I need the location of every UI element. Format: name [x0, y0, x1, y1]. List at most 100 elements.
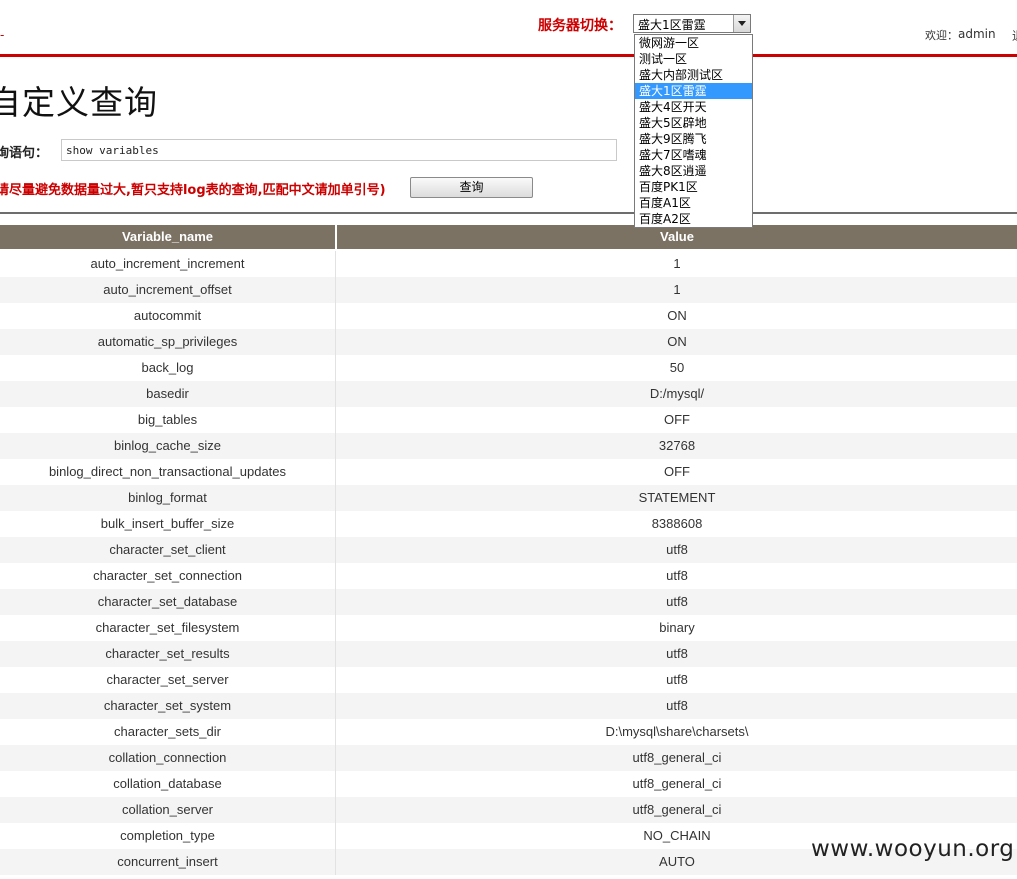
username: admin [958, 27, 996, 41]
page-title: 自定义查询 [0, 83, 158, 122]
variable-name-cell: collation_connection [108, 750, 227, 765]
query-label: 询语句： [0, 146, 49, 161]
server-dropdown-list[interactable]: 微网游一区 测试一区 盛大内部测试区 盛大1区雷霆 盛大4区开天 盛大5区辟地 盛大9区腾飞… [634, 34, 753, 228]
variable-name-cell: character_set_database [97, 594, 238, 609]
value-cell: 32768 [658, 438, 696, 453]
query-input[interactable]: show variables [61, 139, 617, 161]
server-option[interactable]: 盛大内部测试区 [635, 67, 752, 83]
table-row: character_set_connection utf8 [0, 563, 1017, 589]
query-input-value: show variables [66, 144, 159, 157]
variable-name-cell: binlog_cache_size [114, 438, 221, 453]
server-select-value: 盛大1区雷霆 [638, 18, 706, 32]
table-row: back_log 50 [0, 355, 1017, 381]
value-cell: ON [667, 334, 687, 349]
server-switch-label: 服务器切换： [538, 18, 622, 34]
column-header-variable-name[interactable]: Variable_name [0, 225, 335, 249]
table-row: collation_connection utf8_general_ci [0, 745, 1017, 771]
variable-name-cell: back_log [141, 360, 194, 375]
server-option[interactable]: 盛大8区逍遥 [635, 163, 752, 179]
variable-name-cell: binlog_direct_non_transactional_updates [48, 464, 287, 479]
variable-name-cell: autocommit [133, 308, 202, 323]
table-row: autocommit ON [0, 303, 1017, 329]
value-cell: STATEMENT [638, 490, 716, 505]
query-notice: 请尽量避免数据量过大,暂只支持log表的查询,匹配中文请加单引号) [0, 183, 386, 198]
variable-name-cell: character_set_results [105, 646, 230, 661]
table-row: character_sets_dir D:\mysql\share\charset… [0, 719, 1017, 745]
table-row: automatic_sp_privileges ON [0, 329, 1017, 355]
value-cell: ON [667, 308, 687, 323]
variable-name-cell: automatic_sp_privileges [97, 334, 238, 349]
server-option[interactable]: 盛大9区腾飞 [635, 131, 752, 147]
value-cell: utf8 [666, 542, 688, 557]
value-cell: 1 [673, 256, 681, 271]
value-cell: utf8_general_ci [632, 750, 722, 765]
table-row: bulk_insert_buffer_size 8388608 [0, 511, 1017, 537]
table-row: binlog_direct_non_transactional_updates O… [0, 459, 1017, 485]
variable-name-cell: concurrent_insert [117, 854, 218, 869]
server-option[interactable]: 盛大7区嗜魂 [635, 147, 752, 163]
value-cell: utf8 [666, 594, 688, 609]
value-cell: utf8_general_ci [632, 776, 722, 791]
value-cell: utf8 [666, 646, 688, 661]
table-header-row: Variable_name Value [0, 225, 1017, 249]
table-row: character_set_server utf8 [0, 667, 1017, 693]
server-select[interactable]: 盛大1区雷霆 [633, 14, 751, 33]
table-row: binlog_cache_size 32768 [0, 433, 1017, 459]
chevron-down-icon[interactable] [733, 15, 750, 32]
query-button[interactable]: 查询 [410, 177, 533, 198]
value-cell: OFF [664, 464, 690, 479]
variable-name-cell: character_set_filesystem [95, 620, 240, 635]
value-cell: 50 [669, 360, 685, 375]
table-row: collation_database utf8_general_ci [0, 771, 1017, 797]
variable-name-cell: basedir [146, 386, 189, 401]
table-row: auto_increment_increment 1 [0, 251, 1017, 277]
divider [0, 212, 1017, 214]
server-option[interactable]: 盛大1区雷霆 [635, 83, 752, 99]
logout-link[interactable]: 退 [1012, 27, 1017, 44]
table-row: character_set_filesystem binary [0, 615, 1017, 641]
value-cell: utf8_general_ci [632, 802, 722, 817]
table-row: character_set_results utf8 [0, 641, 1017, 667]
results-table: Variable_name Value auto_increment_incre… [0, 225, 1017, 875]
variable-name-cell: character_set_connection [93, 568, 242, 583]
variable-name-cell: bulk_insert_buffer_size [100, 516, 235, 531]
server-option[interactable]: 盛大4区开天 [635, 99, 752, 115]
table-row: character_set_system utf8 [0, 693, 1017, 719]
variable-name-cell: character_sets_dir [114, 724, 221, 739]
variable-name-cell: character_set_server [106, 672, 229, 687]
server-option[interactable]: 测试一区 [635, 51, 752, 67]
value-cell: 1 [673, 282, 681, 297]
top-bar: - 服务器切换： 盛大1区雷霆 欢迎： admin 退 [0, 0, 1017, 57]
value-cell: 8388608 [651, 516, 703, 531]
value-cell: utf8 [666, 568, 688, 583]
value-cell: D:\mysql\share\charsets\ [605, 724, 749, 739]
variable-name-cell: binlog_format [128, 490, 207, 505]
variable-name-cell: collation_server [121, 802, 214, 817]
table-row: collation_server utf8_general_ci [0, 797, 1017, 823]
server-option[interactable]: 微网游一区 [635, 35, 752, 51]
variable-name-cell: character_set_system [103, 698, 232, 713]
server-option[interactable]: 百度PK1区 [635, 179, 752, 195]
table-row: big_tables OFF [0, 407, 1017, 433]
server-option[interactable]: 百度A2区 [635, 211, 752, 227]
truncated-logo: - [0, 28, 5, 42]
value-cell: binary [659, 620, 695, 635]
variable-name-cell: character_set_client [109, 542, 226, 557]
table-row: character_set_client utf8 [0, 537, 1017, 563]
table-row: character_set_database utf8 [0, 589, 1017, 615]
variable-name-cell: collation_database [113, 776, 222, 791]
value-cell: OFF [664, 412, 690, 427]
table-row: basedir D:/mysql/ [0, 381, 1017, 407]
watermark: www.wooyun.org [811, 836, 1015, 862]
value-cell: D:/mysql/ [649, 386, 705, 401]
variable-name-cell: auto_increment_increment [90, 256, 245, 271]
server-option[interactable]: 盛大5区辟地 [635, 115, 752, 131]
variable-name-cell: big_tables [137, 412, 198, 427]
table-row: binlog_format STATEMENT [0, 485, 1017, 511]
value-cell: utf8 [666, 672, 688, 687]
value-cell: utf8 [666, 698, 688, 713]
welcome-label: 欢迎： [925, 29, 958, 42]
table-row: auto_increment_offset 1 [0, 277, 1017, 303]
server-option[interactable]: 百度A1区 [635, 195, 752, 211]
column-header-value[interactable]: Value [337, 225, 1017, 249]
